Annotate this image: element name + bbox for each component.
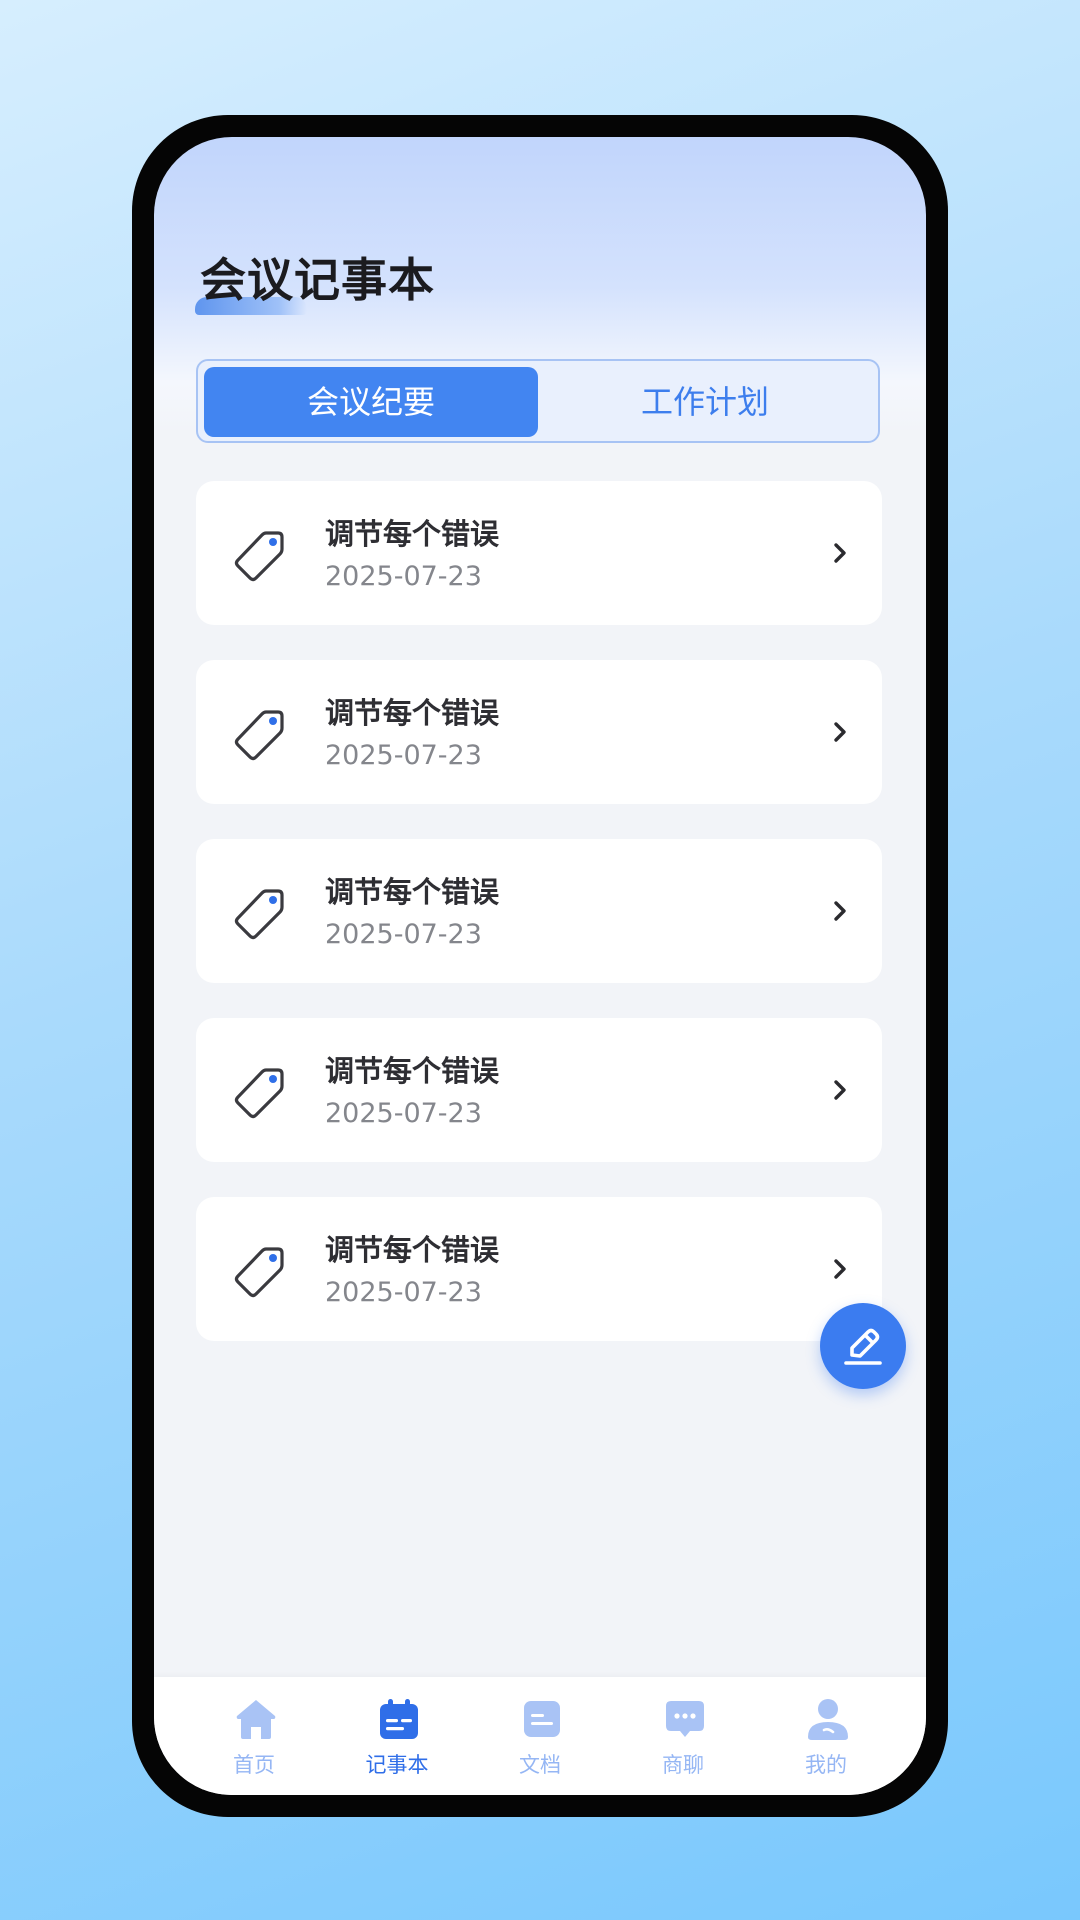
chevron-right-icon — [834, 901, 846, 921]
note-title: 调节每个错误 — [325, 875, 500, 909]
tag-icon — [234, 531, 284, 582]
note-item[interactable]: 调节每个错误 2025-07-23 — [196, 660, 882, 804]
nav-label: 首页 — [233, 1753, 275, 1777]
nav-item-notebook[interactable]: 记事本 — [337, 1697, 457, 1781]
note-date: 2025-07-23 — [325, 561, 482, 592]
chevron-right-icon — [834, 722, 846, 742]
nav-item-home[interactable]: 首页 — [194, 1697, 314, 1781]
note-item[interactable]: 调节每个错误 2025-07-23 — [196, 1197, 882, 1341]
chat-bubble-icon — [666, 1701, 704, 1737]
nav-label: 记事本 — [365, 1753, 429, 1777]
user-icon — [808, 1699, 848, 1740]
chevron-right-icon — [834, 543, 846, 563]
note-title: 调节每个错误 — [325, 517, 500, 551]
tag-icon — [234, 889, 284, 940]
tab-meeting-minutes[interactable]: 会议纪要 — [204, 367, 538, 437]
calendar-notebook-icon — [380, 1699, 418, 1739]
note-title: 调节每个错误 — [325, 1054, 500, 1088]
tag-icon — [234, 1247, 284, 1298]
note-item[interactable]: 调节每个错误 2025-07-23 — [196, 839, 882, 983]
page-title: 会议记事本 — [200, 253, 435, 307]
nav-label: 文档 — [519, 1753, 561, 1777]
note-date: 2025-07-23 — [325, 1277, 482, 1308]
home-icon — [236, 1700, 276, 1739]
note-title: 调节每个错误 — [325, 696, 500, 730]
segment-tabs: 会议纪要 工作计划 — [196, 359, 880, 443]
tab-work-plan[interactable]: 工作计划 — [538, 367, 872, 437]
chevron-right-icon — [834, 1259, 846, 1279]
note-item[interactable]: 调节每个错误 2025-07-23 — [196, 1018, 882, 1162]
note-date: 2025-07-23 — [325, 740, 482, 771]
note-date: 2025-07-23 — [325, 919, 482, 950]
note-date: 2025-07-23 — [325, 1098, 482, 1129]
note-title: 调节每个错误 — [325, 1233, 500, 1267]
bottom-nav: 首页 记事本 文档 商聊 我的 — [154, 1677, 926, 1795]
phone-frame: 会议记事本 会议纪要 工作计划 调节每个错误 2025-07-23 调节每个错误… — [132, 115, 948, 1817]
nav-item-chat[interactable]: 商聊 — [623, 1697, 743, 1781]
header: 会议记事本 — [195, 247, 435, 317]
tag-icon — [234, 1068, 284, 1119]
tag-icon — [234, 710, 284, 761]
app-screen: 会议记事本 会议纪要 工作计划 调节每个错误 2025-07-23 调节每个错误… — [154, 137, 926, 1795]
chevron-right-icon — [834, 1080, 846, 1100]
edit-pencil-icon — [844, 1328, 882, 1365]
nav-label: 我的 — [805, 1753, 847, 1777]
nav-item-profile[interactable]: 我的 — [766, 1697, 886, 1781]
add-note-button[interactable] — [820, 1303, 906, 1389]
note-item[interactable]: 调节每个错误 2025-07-23 — [196, 481, 882, 625]
document-icon — [524, 1701, 560, 1737]
nav-label: 商聊 — [662, 1753, 704, 1777]
nav-item-documents[interactable]: 文档 — [480, 1697, 600, 1781]
